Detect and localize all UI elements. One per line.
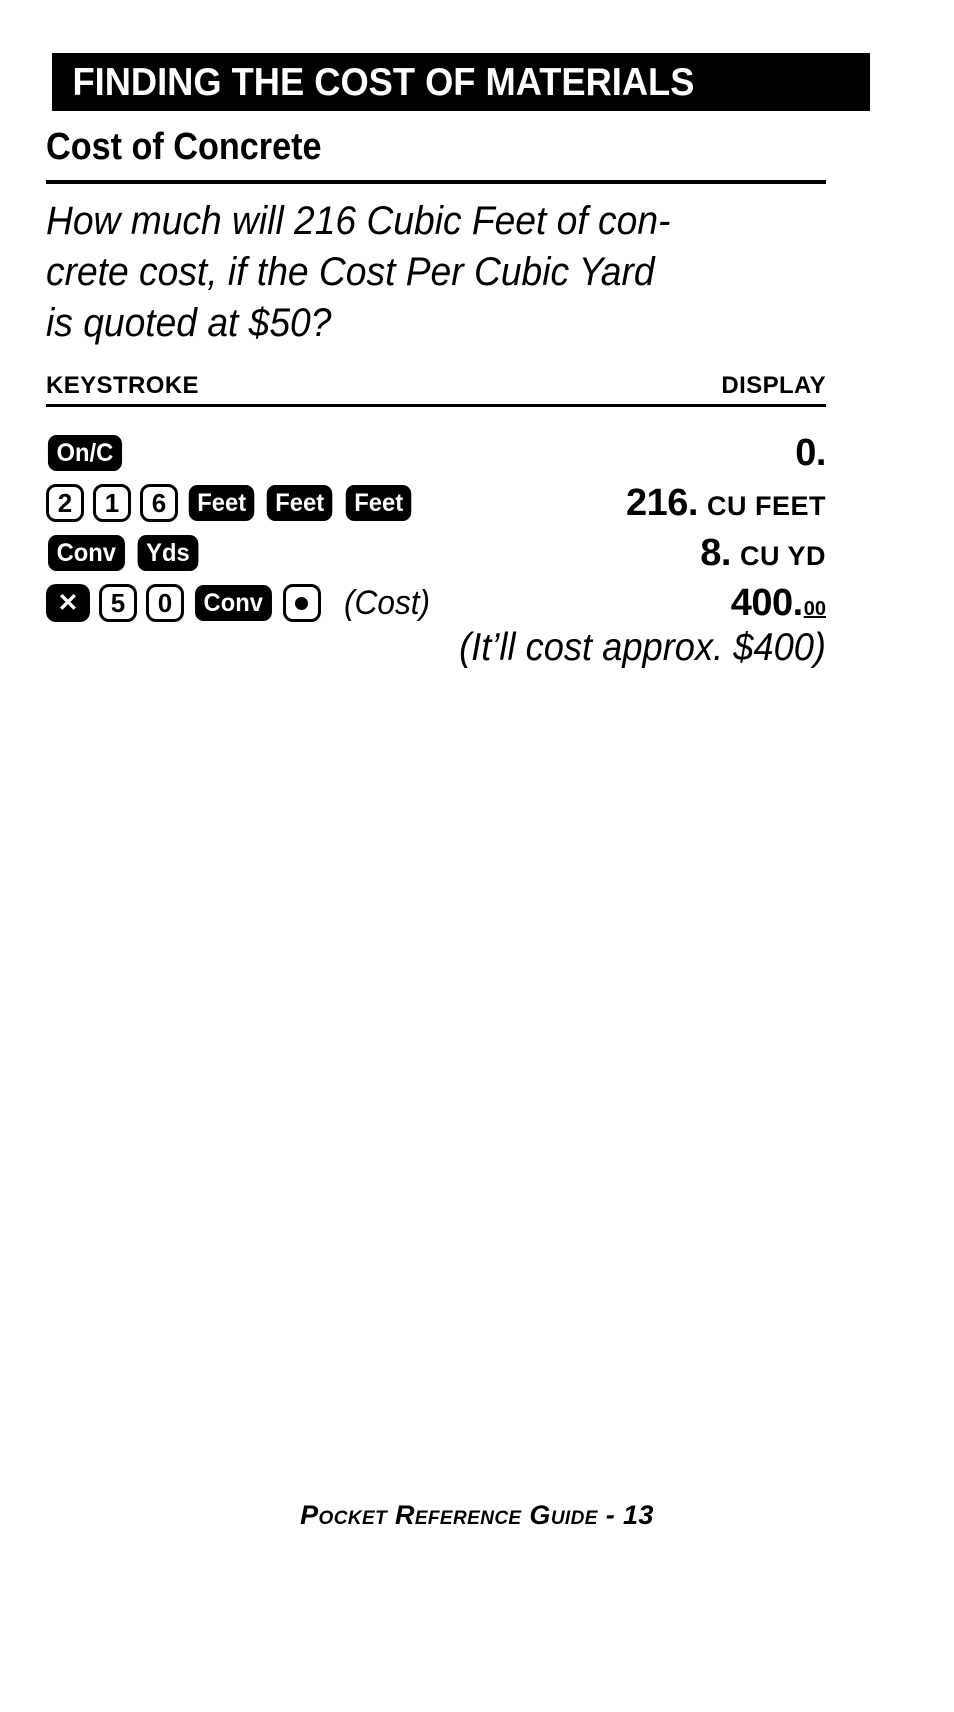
feet-key[interactable]: Feet	[267, 485, 334, 521]
display-unit: CU YD	[739, 540, 826, 571]
display-readout: 0.	[124, 432, 826, 475]
question-line-2: crete cost, if the Cost Per Cubic Yard	[46, 250, 655, 294]
table-row: Conv Yds 8. CU YD	[46, 528, 826, 578]
multiply-key[interactable]: ✕	[46, 584, 90, 622]
digit-2-key[interactable]: 2	[46, 484, 84, 522]
page: FINDING THE COST OF MATERIALS Cost of Co…	[0, 0, 954, 1712]
digit-0-key[interactable]: 0	[146, 584, 184, 622]
keystroke-sequence: Conv Yds	[46, 535, 199, 571]
display-value: 216.	[626, 481, 698, 524]
table-row: On/C 0.	[46, 428, 826, 478]
display-readout: 216. CU FEET	[413, 482, 826, 525]
result-aside: (It’ll cost approx. $400)	[459, 626, 826, 669]
decimal-point-key[interactable]	[282, 584, 321, 622]
chapter-title: FINDING THE COST OF MATERIALS	[72, 60, 695, 104]
page-footer: Pocket Reference Guide - 13	[300, 1500, 654, 1530]
table-row: ✕ 5 0 Conv (Cost) 400. 00	[46, 578, 826, 628]
keystroke-annotation: (Cost)	[343, 583, 430, 622]
table-row: 2 1 6 Feet Feet Feet 216. CU FEET	[46, 478, 826, 528]
keystroke-column-header: KEYSTROKE	[46, 372, 199, 399]
onc-key[interactable]: On/C	[47, 435, 122, 471]
digit-5-key[interactable]: 5	[99, 584, 137, 622]
digit-1-key[interactable]: 1	[93, 484, 131, 522]
chapter-banner: FINDING THE COST OF MATERIALS	[52, 53, 870, 111]
display-column-header: DISPLAY	[721, 372, 826, 399]
keystroke-table: On/C 0. 2 1 6 Feet Feet Feet 216. CU FEE…	[46, 428, 826, 628]
feet-key[interactable]: Feet	[345, 485, 412, 521]
conv-key[interactable]: Conv	[48, 535, 125, 571]
yds-key[interactable]: Yds	[137, 535, 198, 571]
display-readout: 8. CU YD	[199, 532, 826, 575]
display-value: 0.	[795, 431, 826, 474]
keystroke-sequence: On/C	[46, 435, 124, 471]
conv-key[interactable]: Conv	[195, 585, 272, 621]
display-value: 400.	[730, 581, 803, 624]
question-line-1: How much will 216 Cubic Feet of con-	[46, 199, 671, 243]
section-divider	[46, 180, 826, 184]
display-readout: 400. 00	[436, 582, 826, 625]
question-line-3: is quoted at $50?	[46, 301, 332, 345]
keystroke-sequence: 2 1 6 Feet Feet Feet	[46, 484, 413, 522]
keystroke-sequence: ✕ 5 0 Conv (Cost)	[46, 584, 436, 623]
columns-divider	[46, 404, 826, 407]
feet-key[interactable]: Feet	[188, 485, 255, 521]
digit-6-key[interactable]: 6	[140, 484, 178, 522]
section-heading: Cost of Concrete	[46, 126, 322, 168]
question-paragraph: How much will 216 Cubic Feet of con- cre…	[46, 196, 781, 349]
display-cents: 00	[803, 597, 826, 620]
display-unit: CU FEET	[706, 490, 826, 521]
display-value: 8.	[700, 531, 731, 574]
